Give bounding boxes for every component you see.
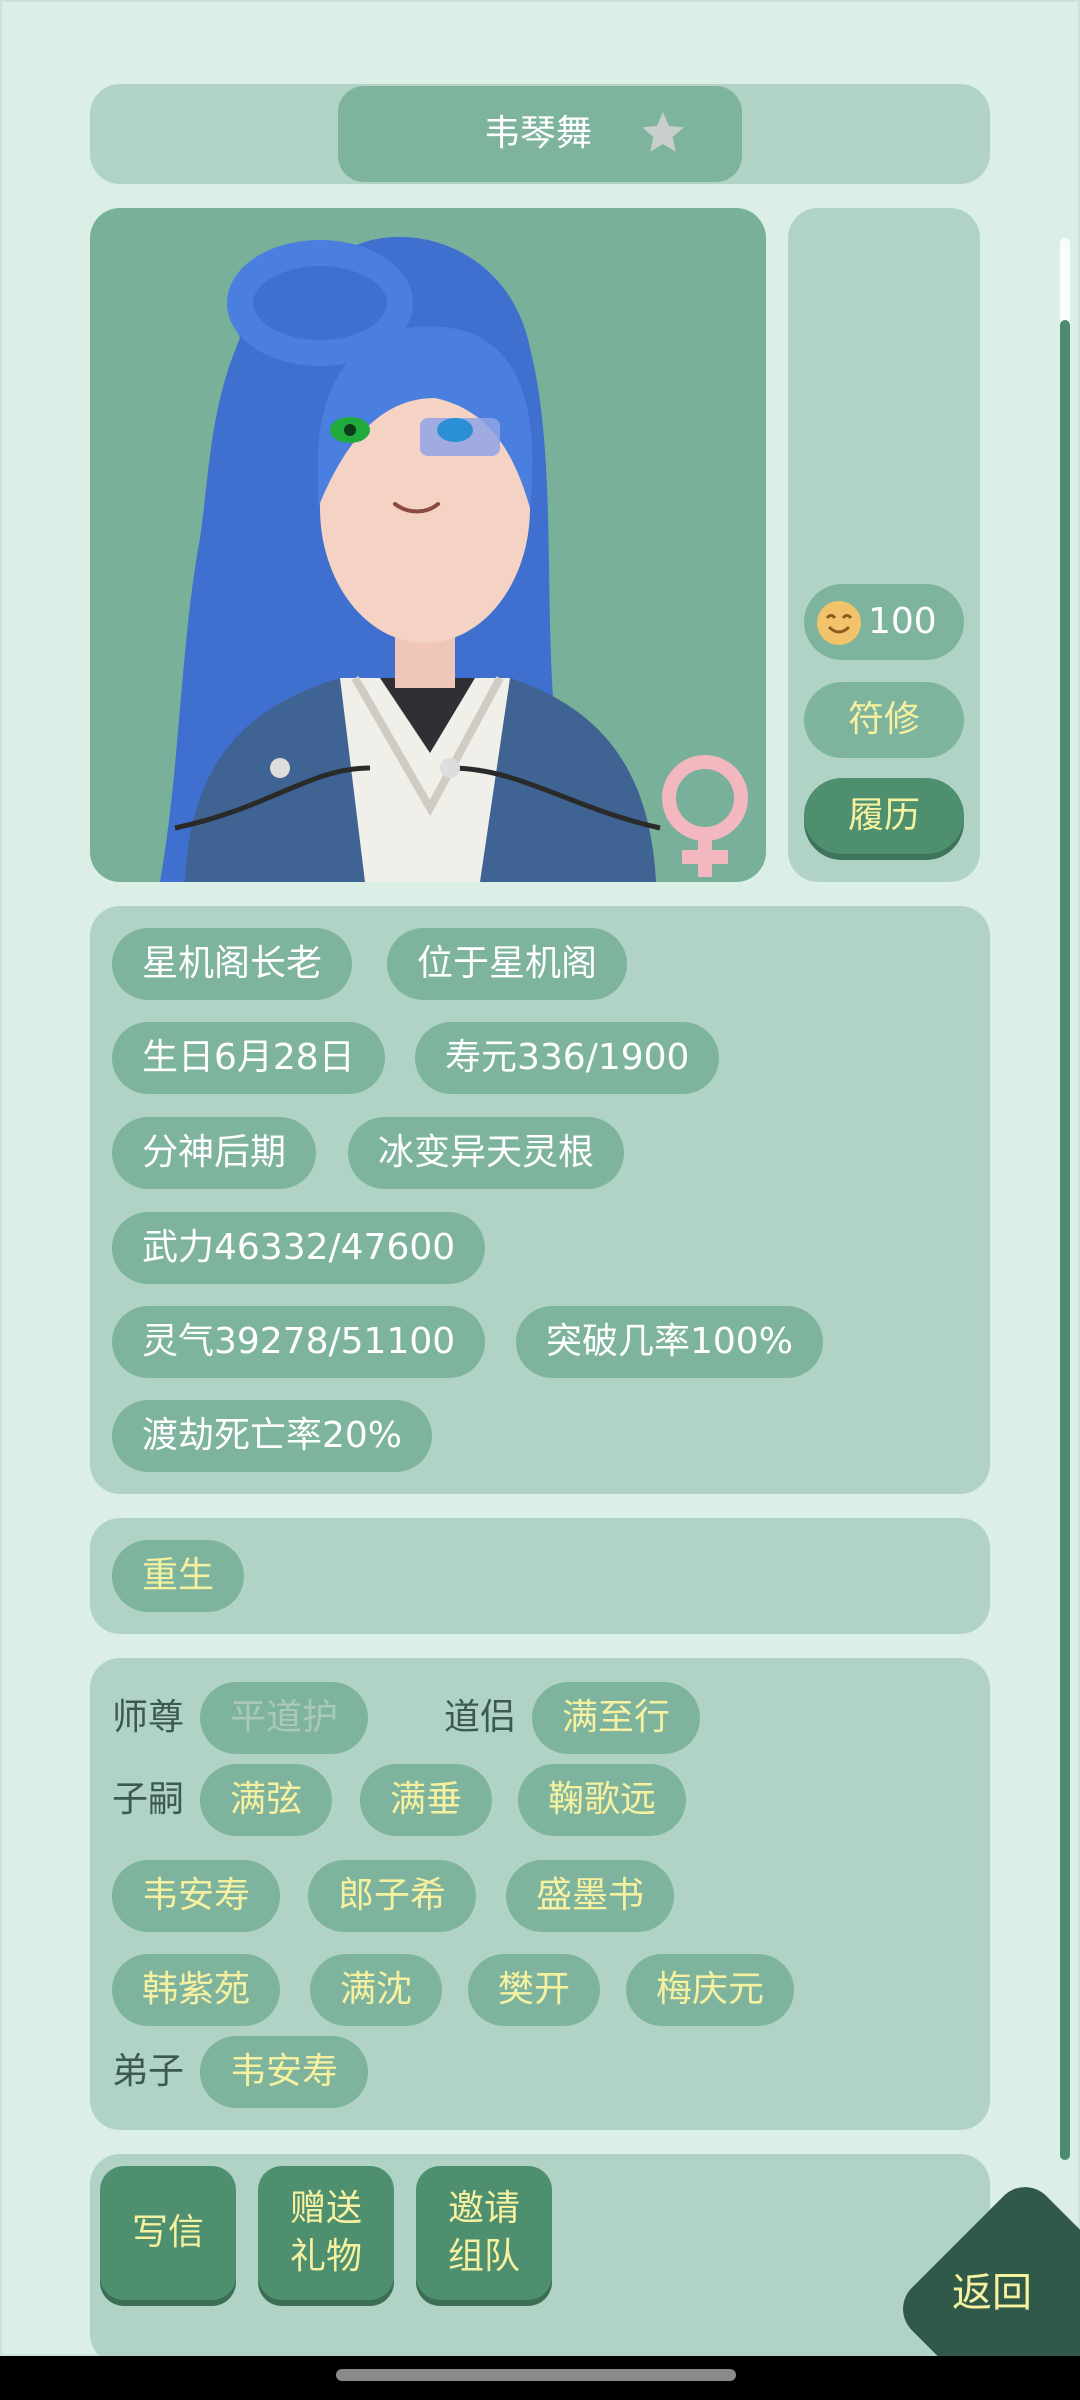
title-chip[interactable]: 星机阁长老 xyxy=(112,928,353,1000)
send-gift-label: 赠送 礼物 xyxy=(289,2188,362,2277)
scrollbar-thumb[interactable] xyxy=(1060,320,1070,2160)
mood-value: 100 xyxy=(868,601,937,642)
send-gift-button[interactable]: 赠送 礼物 xyxy=(258,2166,394,2300)
spirit-root-chip[interactable]: 冰变异天灵根 xyxy=(348,1117,625,1189)
write-letter-label: 写信 xyxy=(131,2212,204,2253)
tribulation-chip[interactable]: 渡劫死亡率20% xyxy=(112,1400,433,1472)
child-chip[interactable]: 盛墨书 xyxy=(506,1860,675,1932)
return-label: 返回 xyxy=(952,2270,1032,2316)
invite-team-label: 邀请 组队 xyxy=(447,2188,520,2277)
class-button[interactable]: 符修 xyxy=(804,682,964,758)
birthday-chip[interactable]: 生日6月28日 xyxy=(112,1022,385,1094)
partner-label: 道侣 xyxy=(444,1697,517,1738)
disciple-chip[interactable]: 韦安寿 xyxy=(200,2036,369,2108)
child-chip[interactable]: 鞠歌远 xyxy=(518,1764,687,1836)
master-chip[interactable]: 平道护 xyxy=(200,1682,369,1754)
child-chip[interactable]: 樊开 xyxy=(468,1954,601,2026)
smile-face-icon xyxy=(817,601,861,645)
character-name: 韦琴舞 xyxy=(484,113,593,154)
child-chip[interactable]: 韦安寿 xyxy=(112,1860,281,1932)
location-chip[interactable]: 位于星机阁 xyxy=(387,928,628,1000)
breakthrough-chip[interactable]: 突破几率100% xyxy=(516,1306,823,1378)
character-name-plate: 韦琴舞 xyxy=(338,86,742,182)
master-label: 师尊 xyxy=(112,1697,185,1738)
child-chip[interactable]: 满弦 xyxy=(200,1764,333,1836)
mood-indicator: 100 xyxy=(804,584,964,660)
star-icon[interactable] xyxy=(638,108,688,158)
child-chip[interactable]: 满沈 xyxy=(310,1954,443,2026)
write-letter-button[interactable]: 写信 xyxy=(100,2166,236,2300)
female-symbol-icon xyxy=(662,755,748,877)
child-chip[interactable]: 满垂 xyxy=(360,1764,493,1836)
child-chip[interactable]: 梅庆元 xyxy=(626,1954,795,2026)
disciple-label: 弟子 xyxy=(112,2051,185,2092)
power-chip[interactable]: 武力46332/47600 xyxy=(112,1212,486,1284)
child-chip[interactable]: 郎子希 xyxy=(308,1860,477,1932)
qi-chip[interactable]: 灵气39278/51100 xyxy=(112,1306,486,1378)
child-chip[interactable]: 韩紫苑 xyxy=(112,1954,281,2026)
lifespan-chip[interactable]: 寿元336/1900 xyxy=(415,1022,720,1094)
trait-chip[interactable]: 重生 xyxy=(112,1540,245,1612)
invite-team-button[interactable]: 邀请 组队 xyxy=(416,2166,552,2300)
partner-chip[interactable]: 满至行 xyxy=(532,1682,701,1754)
record-button[interactable]: 履历 xyxy=(804,778,964,854)
character-portrait xyxy=(90,208,766,882)
children-label: 子嗣 xyxy=(112,1779,185,1820)
realm-chip[interactable]: 分神后期 xyxy=(112,1117,317,1189)
home-gesture-handle[interactable] xyxy=(336,2369,736,2381)
